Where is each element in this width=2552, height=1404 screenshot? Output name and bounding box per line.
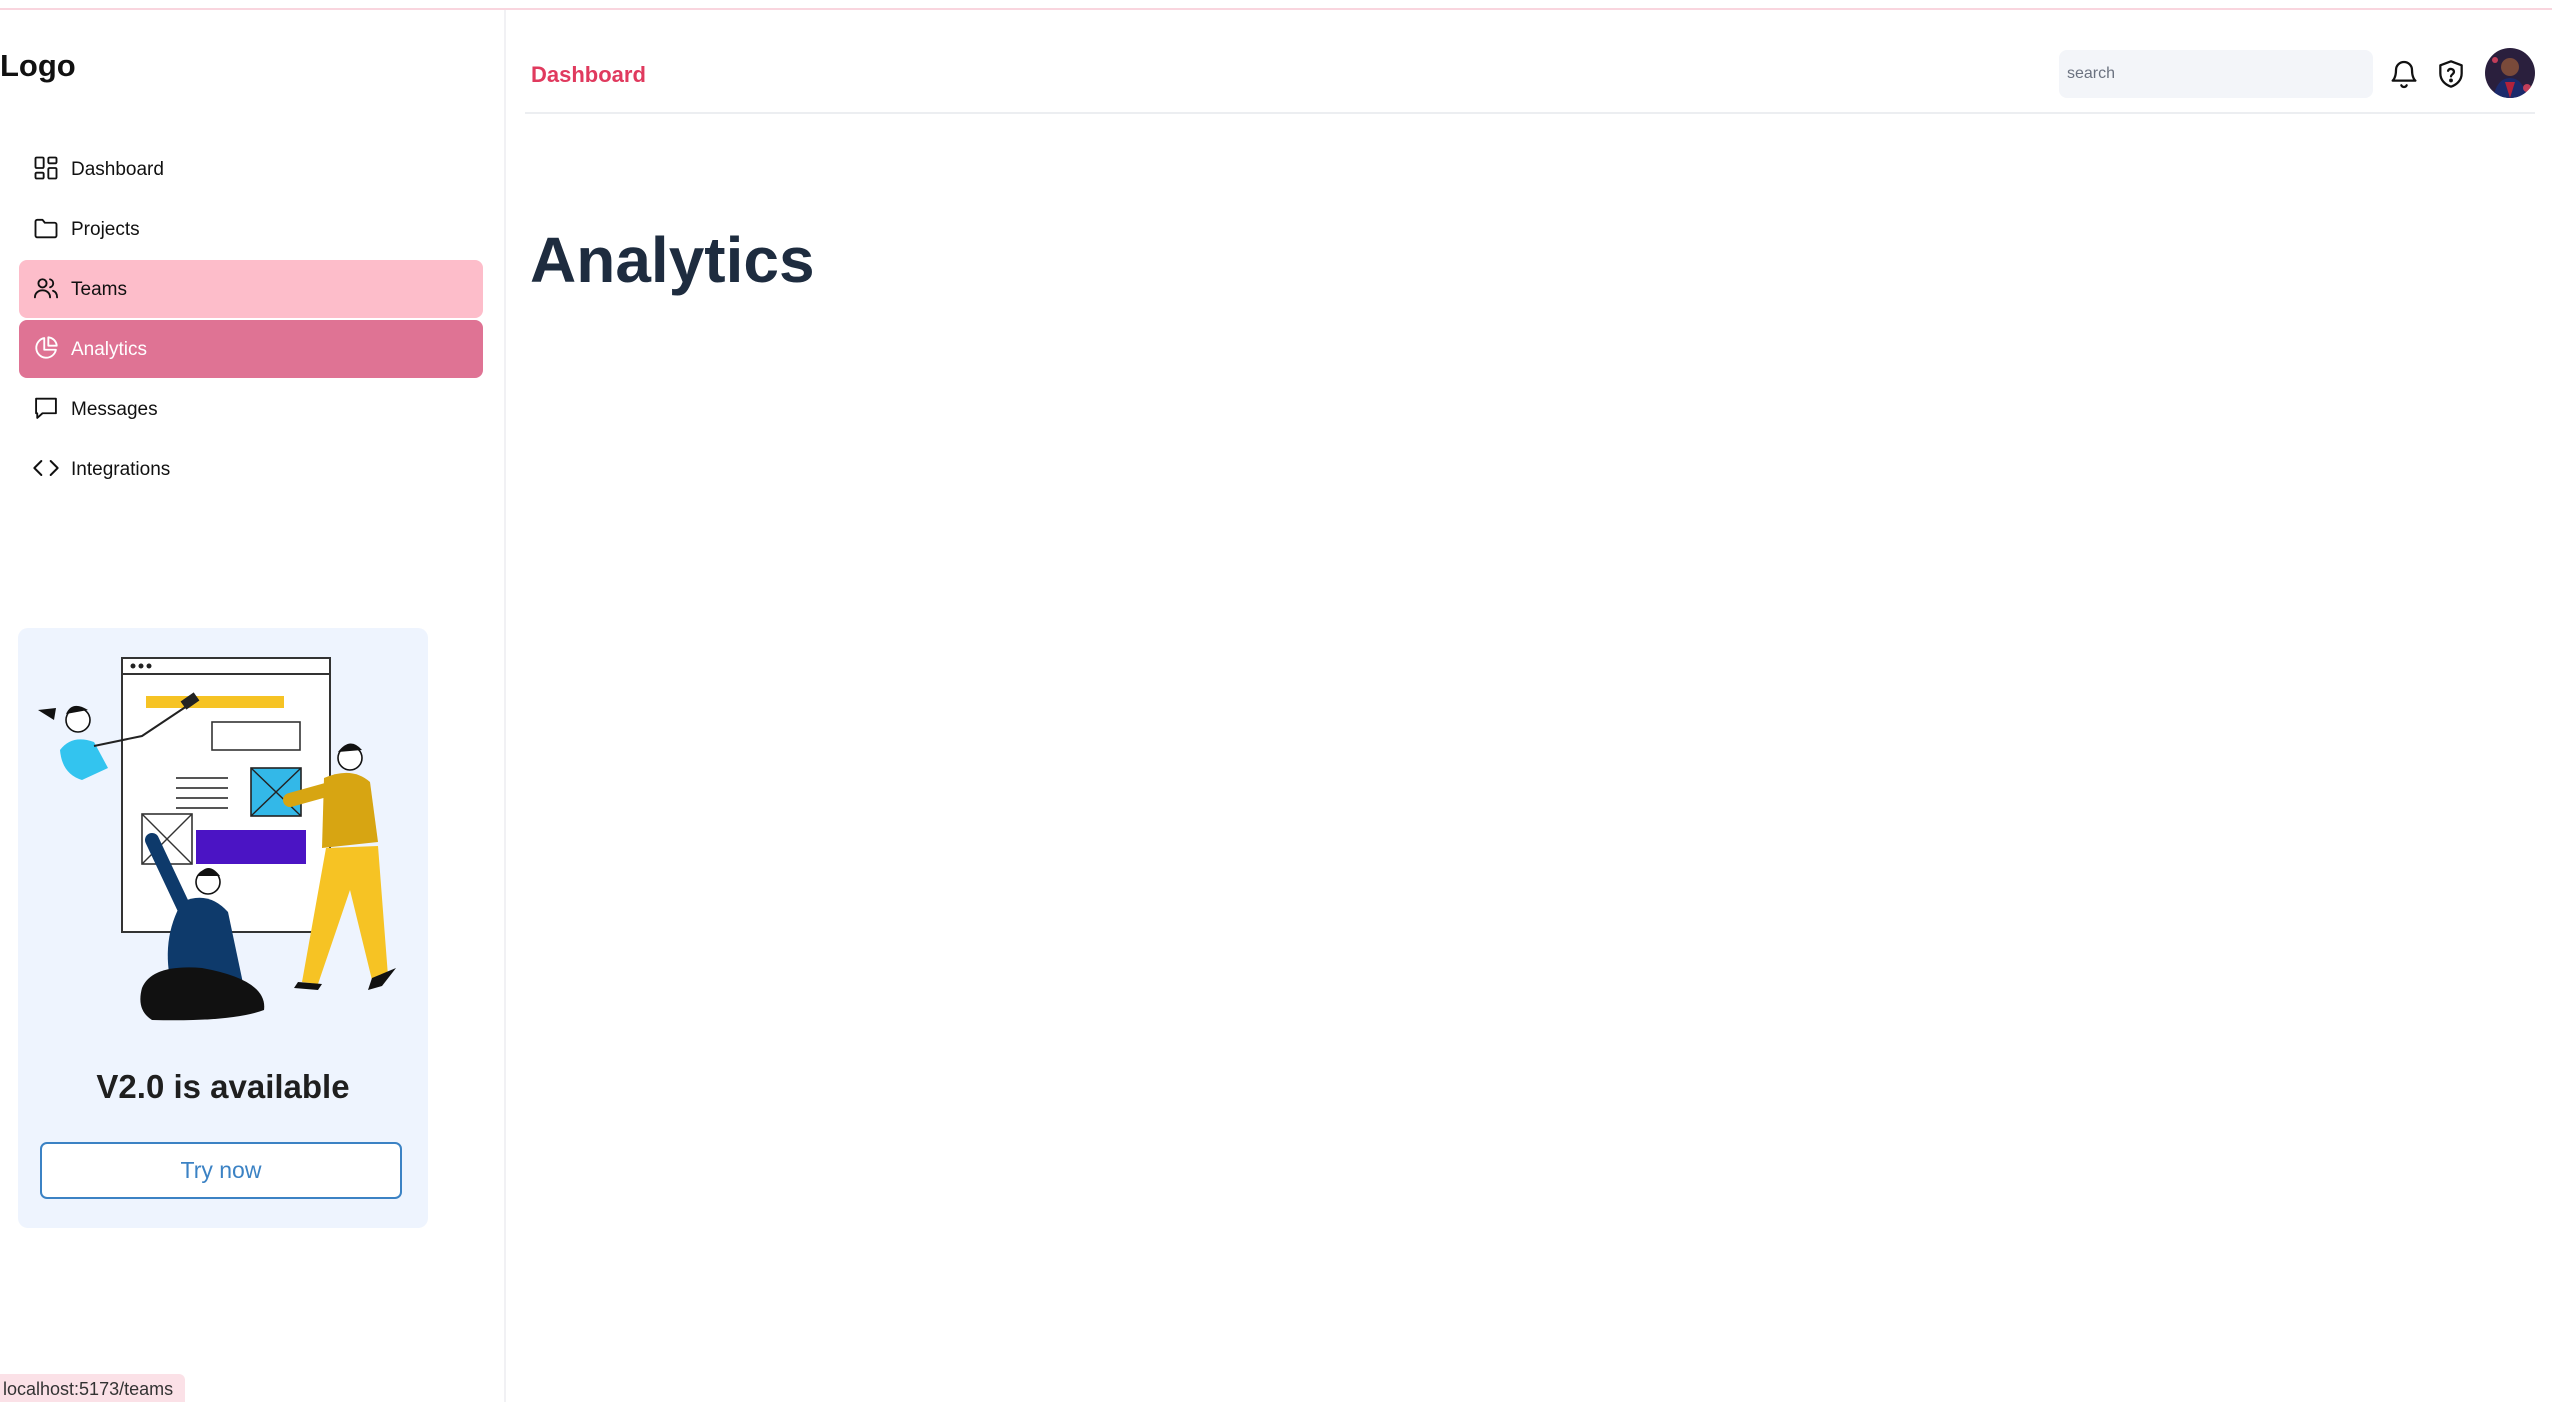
bell-icon[interactable] — [2388, 58, 2420, 90]
sidebar-item-projects[interactable]: Projects — [19, 200, 483, 258]
top-header: Dashboard — [525, 10, 2535, 114]
message-icon — [32, 394, 60, 422]
dashboard-grid-icon — [32, 154, 60, 182]
sidebar-item-label: Dashboard — [71, 159, 164, 180]
folder-icon — [32, 214, 60, 242]
sidebar-item-integrations[interactable]: Integrations — [19, 440, 483, 498]
sidebar: Logo Dashboard Projects Teams Analytics — [0, 10, 506, 1402]
sidebar-nav: Dashboard Projects Teams Analytics Messa… — [19, 140, 483, 500]
sidebar-item-label: Integrations — [71, 459, 171, 480]
users-icon — [32, 274, 60, 302]
status-bar-url: localhost:5173/teams — [0, 1374, 186, 1402]
promo-title: V2.0 is available — [96, 1068, 350, 1105]
code-icon — [32, 454, 60, 482]
search-input[interactable] — [2059, 50, 2373, 98]
sidebar-item-messages[interactable]: Messages — [19, 380, 483, 438]
shield-question-icon[interactable] — [2435, 58, 2467, 90]
page-title: Analytics — [530, 223, 815, 296]
breadcrumb[interactable]: Dashboard — [531, 62, 646, 88]
sidebar-item-label: Projects — [71, 219, 140, 240]
sidebar-item-teams[interactable]: Teams — [19, 260, 483, 318]
avatar[interactable] — [2485, 48, 2535, 98]
sidebar-item-label: Messages — [71, 399, 158, 420]
sidebar-item-dashboard[interactable]: Dashboard — [19, 140, 483, 198]
upgrade-promo-card: V2.0 is available Try now — [18, 628, 428, 1228]
try-now-button[interactable]: Try now — [40, 1142, 402, 1199]
logo[interactable]: Logo — [0, 48, 76, 84]
top-border — [0, 0, 2552, 10]
sidebar-item-label: Analytics — [71, 339, 148, 360]
sidebar-item-analytics[interactable]: Analytics — [19, 320, 483, 378]
sidebar-item-label: Teams — [71, 279, 127, 300]
team-collaboration-illustration — [32, 650, 414, 1040]
pie-chart-icon — [32, 334, 60, 362]
